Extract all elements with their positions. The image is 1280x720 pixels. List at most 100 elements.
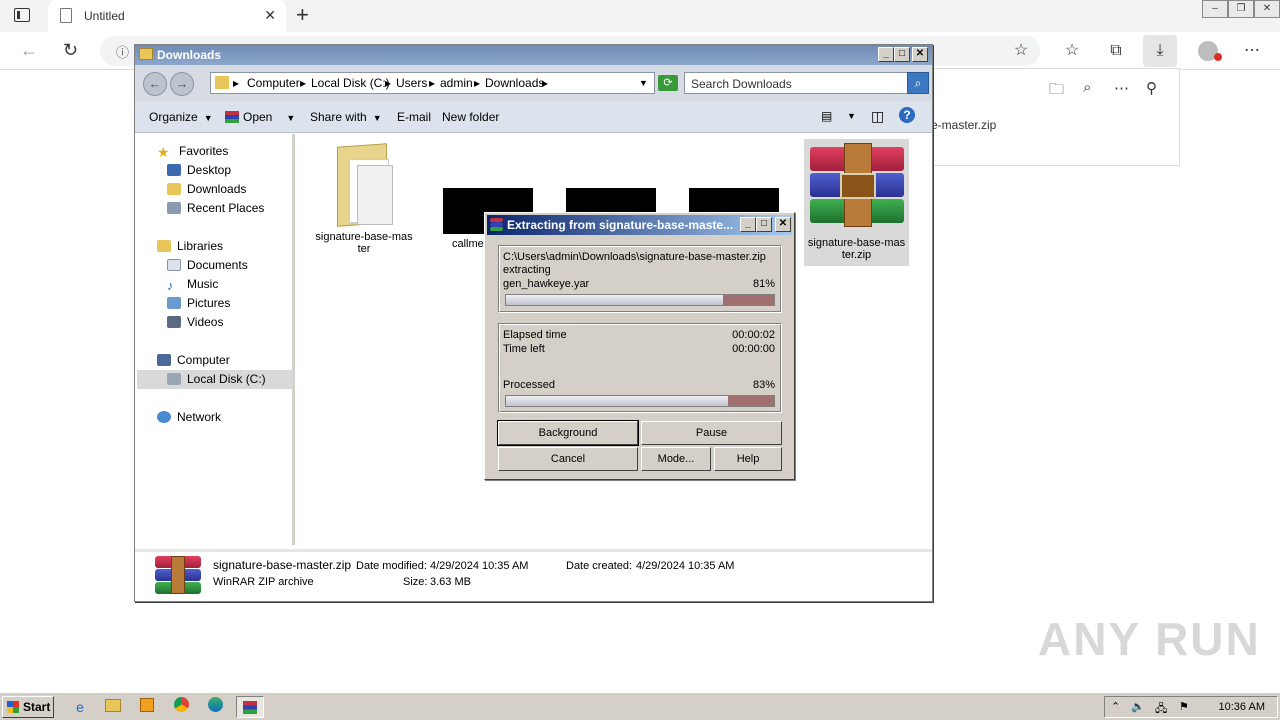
breadcrumb-arrow-icon[interactable]: ▸ — [385, 76, 391, 90]
breadcrumb-computer[interactable]: Computer — [247, 76, 300, 90]
tab-actions-icon[interactable] — [14, 8, 30, 22]
refresh-icon[interactable]: ↻ — [63, 40, 78, 61]
open-button[interactable]: Open ▼ — [225, 110, 295, 124]
share-with-label: Share with — [310, 110, 367, 124]
organize-button[interactable]: Organize ▼ — [149, 110, 213, 124]
downloads-panel: 🗀 ⌕ ⋯ ⚲ e-master.zip — [930, 68, 1180, 166]
restore-icon[interactable]: ❐ — [1228, 0, 1254, 18]
pin-icon[interactable]: ⚲ — [1146, 79, 1157, 97]
start-button[interactable]: Start — [2, 696, 54, 718]
refresh-icon[interactable]: ⟳ — [658, 75, 678, 91]
nav-pictures[interactable]: Pictures — [167, 296, 230, 314]
download-item-name[interactable]: e-master.zip — [931, 118, 996, 132]
search-input[interactable]: Search Downloads ⌕ — [684, 72, 929, 94]
explorer-taskbar-icon[interactable] — [102, 697, 124, 717]
folder-icon — [329, 141, 399, 231]
dialog-title-bar[interactable]: Extracting from signature-base-maste... … — [487, 215, 792, 235]
explorer-title-bar[interactable]: Downloads _ □ ✕ — [135, 45, 932, 65]
tray-expand-icon[interactable]: ⌃ — [1111, 700, 1120, 713]
minimize-button[interactable]: _ — [878, 47, 894, 62]
help-button[interactable]: Help — [714, 447, 782, 471]
view-dropdown-icon[interactable]: ▼ — [847, 111, 856, 121]
system-tray: ⌃ 🔈 🖧 ⚑ 10:36 AM — [1104, 696, 1278, 718]
ie-icon[interactable]: e — [69, 697, 91, 717]
search-icon[interactable]: ⌕ — [1083, 79, 1091, 96]
nav-favorites[interactable]: ★ Favorites — [157, 144, 228, 162]
open-folder-icon[interactable]: 🗀 — [1049, 79, 1064, 104]
edge-icon[interactable] — [204, 697, 226, 717]
time-left-label: Time left — [503, 343, 545, 355]
libraries-icon — [157, 240, 171, 252]
breadcrumb-arrow-icon[interactable]: ▸ — [233, 76, 239, 90]
breadcrumb-arrow-icon[interactable]: ▸ — [300, 76, 306, 90]
back-button[interactable]: ← — [143, 72, 167, 96]
forward-button[interactable]: → — [170, 72, 194, 96]
new-tab-icon[interactable]: + — [296, 4, 309, 26]
organize-label: Organize — [149, 110, 198, 124]
back-icon[interactable]: ← — [20, 40, 38, 61]
nav-libraries[interactable]: Libraries — [157, 239, 223, 257]
flag-icon[interactable]: ⚑ — [1179, 700, 1189, 713]
breadcrumb-admin[interactable]: admin — [440, 76, 473, 90]
network-tray-icon[interactable]: 🖧 — [1155, 700, 1167, 719]
nav-music-label: Music — [187, 277, 219, 291]
view-icon[interactable]: ▤ — [821, 109, 832, 123]
breadcrumb-arrow-icon[interactable]: ▸ — [542, 76, 548, 90]
collections-icon[interactable]: ⧉ — [1106, 41, 1126, 61]
close-button[interactable]: ✕ — [912, 47, 928, 62]
cancel-button[interactable]: Cancel — [498, 447, 638, 471]
address-toolbar: ← → ▸ Computer ▸ Local Disk (C:) ▸ Users… — [135, 65, 932, 101]
search-icon[interactable]: ⌕ — [907, 72, 929, 94]
clock[interactable]: 10:36 AM — [1219, 701, 1265, 713]
nav-documents[interactable]: Documents — [167, 258, 248, 276]
new-folder-button[interactable]: New folder — [442, 110, 499, 124]
date-modified-label: Date modified: — [356, 560, 427, 572]
more-options-icon[interactable]: ⋯ — [1114, 79, 1129, 97]
pause-button[interactable]: Pause — [641, 421, 782, 445]
close-tab-icon[interactable]: ✕ — [264, 7, 276, 24]
background-button[interactable]: Background — [497, 420, 639, 446]
nav-network[interactable]: Network — [157, 410, 221, 428]
winrar-taskbar-icon[interactable] — [236, 696, 264, 718]
nav-videos[interactable]: Videos — [167, 315, 223, 333]
favorites-icon[interactable]: ☆ — [1062, 41, 1082, 61]
nav-desktop[interactable]: Desktop — [167, 163, 231, 181]
breadcrumb-arrow-icon[interactable]: ▸ — [429, 76, 435, 90]
maximize-button[interactable]: □ — [756, 217, 772, 232]
nav-local-disk[interactable]: Local Disk (C:) — [137, 370, 293, 389]
location-icon — [215, 76, 229, 89]
zip-item[interactable]: signature-base-mas ter.zip — [804, 139, 909, 266]
mode-button[interactable]: Mode... — [641, 447, 711, 471]
nav-downloads[interactable]: Downloads — [167, 182, 246, 200]
share-with-button[interactable]: Share with ▼ — [310, 110, 382, 124]
breadcrumb-local-disk[interactable]: Local Disk (C:) — [311, 76, 390, 90]
breadcrumb[interactable]: ▸ Computer ▸ Local Disk (C:) ▸ Users ▸ a… — [210, 72, 655, 94]
volume-icon[interactable]: 🔈 — [1131, 700, 1145, 713]
nav-computer[interactable]: Computer — [157, 353, 230, 371]
history-dropdown-icon[interactable]: ▼ — [639, 78, 648, 88]
breadcrumb-arrow-icon[interactable]: ▸ — [474, 76, 480, 90]
folder-item[interactable]: signature-base-mas ter — [312, 141, 416, 255]
maximize-button[interactable]: □ — [894, 47, 910, 62]
minimize-button[interactable]: _ — [740, 217, 756, 232]
close-icon[interactable]: ✕ — [1254, 0, 1280, 18]
help-icon[interactable]: ? — [899, 107, 915, 123]
info-icon[interactable]: ⓘ — [116, 42, 129, 61]
processed-percent: 83% — [752, 379, 775, 391]
file-percent: 81% — [752, 278, 775, 290]
chrome-icon[interactable] — [170, 697, 192, 717]
more-icon[interactable]: ⋯ — [1242, 41, 1262, 61]
media-player-icon[interactable] — [136, 697, 158, 717]
breadcrumb-users[interactable]: Users — [396, 76, 427, 90]
downloads-icon[interactable]: ⤓ — [1143, 35, 1177, 67]
preview-pane-icon[interactable]: ◫ — [871, 108, 884, 125]
breadcrumb-downloads[interactable]: Downloads — [485, 76, 544, 90]
nav-recent-places[interactable]: Recent Places — [167, 201, 264, 219]
email-button[interactable]: E-mail — [397, 110, 431, 124]
nav-music[interactable]: ♪ Music — [167, 277, 218, 295]
browser-tab[interactable]: Untitled ✕ — [48, 0, 286, 32]
minimize-icon[interactable]: – — [1202, 0, 1228, 18]
close-button[interactable]: ✕ — [775, 217, 791, 232]
favorite-star-icon[interactable]: ☆ — [1011, 41, 1031, 61]
avatar[interactable] — [1198, 41, 1222, 61]
